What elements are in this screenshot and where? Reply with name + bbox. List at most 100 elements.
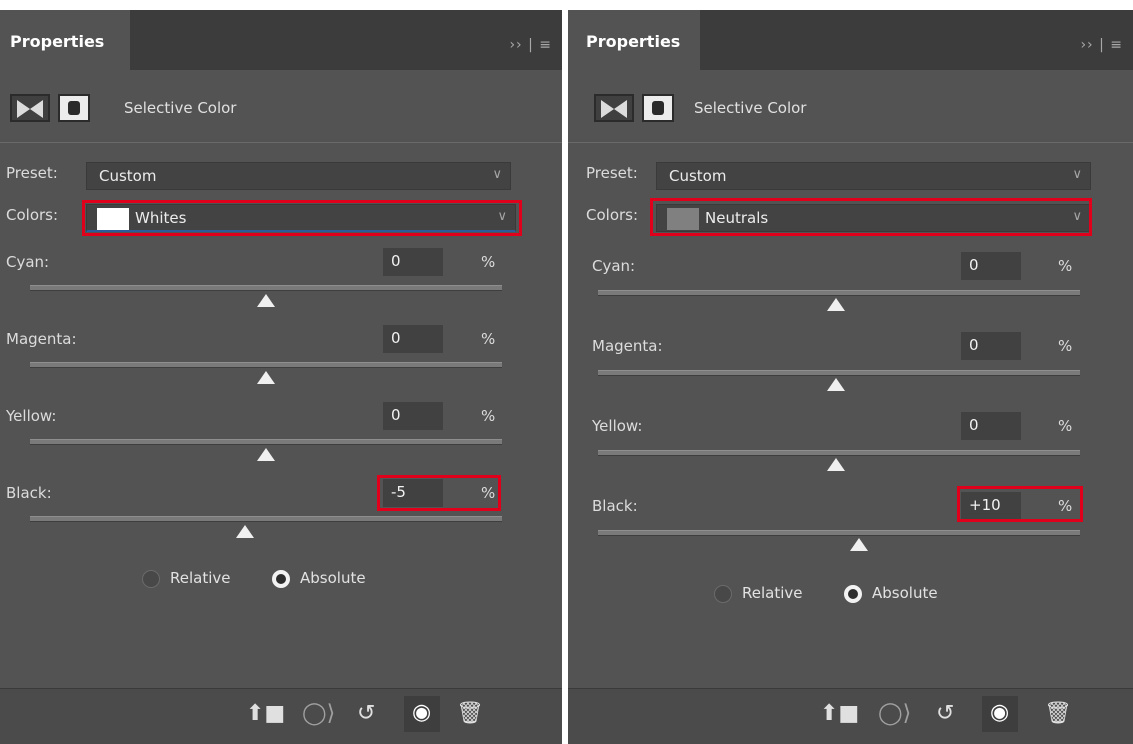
tab-properties[interactable]: Properties xyxy=(0,10,130,70)
colors-value: Neutrals xyxy=(705,209,769,227)
absolute-radio[interactable] xyxy=(844,585,862,603)
color-swatch xyxy=(667,208,699,230)
tab-label: Properties xyxy=(586,32,681,51)
adjustment-layer-icon[interactable] xyxy=(594,94,634,122)
panel-menu-icon[interactable]: ›› | ≡ xyxy=(509,37,552,53)
method-radio-group: Relative Absolute xyxy=(714,583,954,607)
black-value-field[interactable]: +10 xyxy=(961,492,1021,520)
visibility-toggle[interactable]: ◉ xyxy=(404,696,440,732)
reset-icon[interactable]: ↺ xyxy=(357,701,375,726)
cyan-value-field[interactable]: 0 xyxy=(961,252,1021,280)
black-slider-thumb[interactable] xyxy=(236,525,254,538)
color-swatch xyxy=(97,208,129,230)
colors-dropdown[interactable]: Whites ∨ xyxy=(86,204,516,232)
percent-label: % xyxy=(481,253,496,271)
black-value: -5 xyxy=(391,483,406,501)
method-radio-group: Relative Absolute xyxy=(142,568,382,592)
cyan-value: 0 xyxy=(969,256,979,274)
adjustment-title-row: Selective Color xyxy=(594,94,1133,124)
view-previous-state-icon[interactable]: ◯⟩ xyxy=(878,701,911,726)
black-slider-thumb[interactable] xyxy=(850,538,868,551)
magenta-slider-thumb[interactable] xyxy=(257,371,275,384)
magenta-value-field[interactable]: 0 xyxy=(383,325,443,353)
preset-label: Preset: xyxy=(6,164,58,182)
trash-icon[interactable]: 🗑 xyxy=(1044,701,1072,726)
panel-header: Properties ›› | ≡ xyxy=(0,10,562,70)
layer-mask-icon[interactable] xyxy=(642,94,674,122)
black-slider-track[interactable] xyxy=(598,530,1080,536)
yellow-value-field[interactable]: 0 xyxy=(383,402,443,430)
cyan-value-field[interactable]: 0 xyxy=(383,248,443,276)
yellow-slider-thumb[interactable] xyxy=(827,458,845,471)
relative-label: Relative xyxy=(742,584,803,602)
preset-label: Preset: xyxy=(586,164,638,182)
yellow-slider-thumb[interactable] xyxy=(257,448,275,461)
relative-radio[interactable] xyxy=(142,570,160,588)
eye-icon: ◉ xyxy=(990,700,1010,725)
black-label: Black: xyxy=(592,497,638,515)
colors-label: Colors: xyxy=(586,206,639,224)
panel-menu-icon[interactable]: ›› | ≡ xyxy=(1080,37,1123,53)
colors-value: Whites xyxy=(135,209,187,227)
yellow-slider-track[interactable] xyxy=(598,450,1080,456)
chevron-down-icon: ∨ xyxy=(497,209,507,224)
black-slider-track[interactable] xyxy=(30,516,502,522)
percent-label: % xyxy=(481,407,496,425)
divider xyxy=(568,688,1133,689)
magenta-value-field[interactable]: 0 xyxy=(961,332,1021,360)
magenta-value: 0 xyxy=(391,329,401,347)
tab-label: Properties xyxy=(10,32,105,51)
yellow-value: 0 xyxy=(391,406,401,424)
divider xyxy=(0,142,562,143)
cyan-slider-thumb[interactable] xyxy=(257,294,275,307)
relative-radio[interactable] xyxy=(714,585,732,603)
view-previous-state-icon[interactable]: ◯⟩ xyxy=(302,701,335,726)
panel-footer: ⬆■ ◯⟩ ↺ ◉ 🗑 xyxy=(568,688,1133,744)
absolute-radio[interactable] xyxy=(272,570,290,588)
percent-label: % xyxy=(1058,257,1073,275)
absolute-label: Absolute xyxy=(300,569,366,587)
cyan-slider-track[interactable] xyxy=(598,290,1080,296)
cyan-slider-track[interactable] xyxy=(30,285,502,291)
chevron-down-icon: ∨ xyxy=(492,167,502,182)
cyan-value: 0 xyxy=(391,252,401,270)
colors-dropdown[interactable]: Neutrals ∨ xyxy=(656,204,1091,232)
preset-value: Custom xyxy=(99,167,157,185)
adjustment-title: Selective Color xyxy=(124,99,237,117)
trash-icon[interactable]: 🗑 xyxy=(456,701,484,726)
clip-to-layer-icon[interactable]: ⬆■ xyxy=(246,701,285,726)
preset-dropdown[interactable]: Custom ∨ xyxy=(86,162,511,190)
magenta-label: Magenta: xyxy=(6,330,77,348)
absolute-label: Absolute xyxy=(872,584,938,602)
percent-label: % xyxy=(481,330,496,348)
layer-mask-icon[interactable] xyxy=(58,94,90,122)
divider xyxy=(0,688,562,689)
relative-label: Relative xyxy=(170,569,231,587)
preset-value: Custom xyxy=(669,167,727,185)
black-value-field[interactable]: -5 xyxy=(383,479,443,507)
percent-label: % xyxy=(1058,497,1073,515)
black-value: +10 xyxy=(969,496,1001,514)
percent-label: % xyxy=(481,484,496,502)
panel-header: Properties ›› | ≡ xyxy=(568,10,1133,70)
adjustment-layer-icon[interactable] xyxy=(10,94,50,122)
panel-footer: ⬆■ ◯⟩ ↺ ◉ 🗑 xyxy=(0,688,562,744)
yellow-label: Yellow: xyxy=(592,417,643,435)
clip-to-layer-icon[interactable]: ⬆■ xyxy=(820,701,859,726)
properties-panel-right: Properties ›› | ≡ Selective Color Preset… xyxy=(568,10,1133,744)
magenta-slider-thumb[interactable] xyxy=(827,378,845,391)
magenta-slider-track[interactable] xyxy=(30,362,502,368)
yellow-value-field[interactable]: 0 xyxy=(961,412,1021,440)
visibility-toggle[interactable]: ◉ xyxy=(982,696,1018,732)
cyan-label: Cyan: xyxy=(592,257,636,275)
tab-properties[interactable]: Properties xyxy=(568,10,700,70)
reset-icon[interactable]: ↺ xyxy=(936,701,954,726)
magenta-value: 0 xyxy=(969,336,979,354)
magenta-slider-track[interactable] xyxy=(598,370,1080,376)
yellow-slider-track[interactable] xyxy=(30,439,502,445)
cyan-slider-thumb[interactable] xyxy=(827,298,845,311)
percent-label: % xyxy=(1058,417,1073,435)
properties-panel-left: Properties ›› | ≡ Selective Color Preset… xyxy=(0,10,562,744)
adjustment-title-row: Selective Color xyxy=(10,94,562,124)
preset-dropdown[interactable]: Custom ∨ xyxy=(656,162,1091,190)
